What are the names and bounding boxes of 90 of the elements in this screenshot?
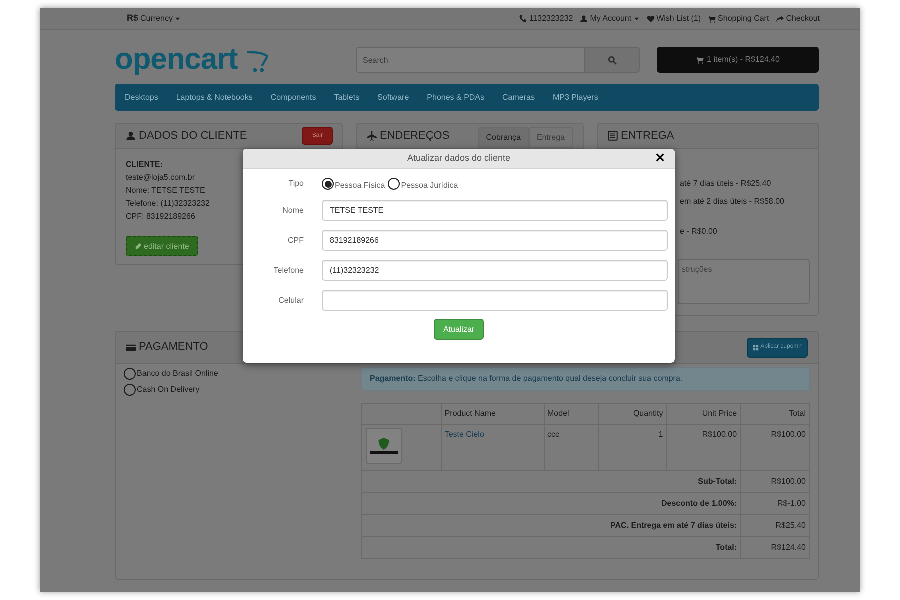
heart-icon bbox=[646, 14, 655, 22]
total-value: R$100.00 bbox=[740, 470, 810, 492]
top-link[interactable]: 1132323232 bbox=[519, 12, 574, 24]
credit-card-icon bbox=[126, 342, 136, 352]
nav-link[interactable]: Components bbox=[270, 92, 316, 104]
input-field[interactable]: (11)32323232 bbox=[322, 260, 668, 281]
field-label: Celular bbox=[278, 294, 304, 306]
total-label: Desconto de 1.00%: bbox=[362, 492, 741, 514]
caret-icon bbox=[634, 16, 640, 22]
panel-title: ENTREGA bbox=[621, 130, 674, 142]
column-header: Quantity bbox=[598, 404, 667, 424]
total-value: R$-1.00 bbox=[740, 492, 810, 514]
table-cell: ccc bbox=[544, 424, 599, 470]
customer-detail: Telefone: (11)32323232 bbox=[126, 198, 210, 210]
radio-button[interactable] bbox=[124, 368, 136, 380]
input-field[interactable]: TETSE TESTE bbox=[322, 200, 668, 221]
nav-link[interactable]: Desktops bbox=[125, 92, 158, 104]
table-cell: R$100.00 bbox=[740, 424, 810, 470]
field-label: Tipo bbox=[288, 178, 304, 190]
shield-icon bbox=[378, 438, 390, 450]
top-link[interactable]: Shopping Cart bbox=[708, 12, 770, 24]
currency-label: Currency bbox=[140, 12, 173, 24]
caret-icon bbox=[174, 16, 181, 22]
column-header: Total bbox=[740, 404, 810, 424]
payment-option[interactable]: Banco do Brasil Online bbox=[124, 368, 361, 380]
nav-link[interactable]: Tablets bbox=[334, 92, 360, 104]
nav-link[interactable]: Software bbox=[378, 92, 410, 104]
user-icon bbox=[580, 14, 588, 22]
info-alert: Pagamento: Escolha e clique na forma de pagamento qual deseja concluir sua compra. bbox=[361, 367, 810, 391]
nav-link[interactable]: Cameras bbox=[502, 92, 535, 104]
logo-text: opencart bbox=[115, 45, 238, 75]
product-link[interactable]: Teste Cielo bbox=[444, 430, 484, 439]
pencil-icon bbox=[135, 242, 142, 250]
table-cell: R$100.00 bbox=[666, 424, 741, 470]
table-cell: 1 bbox=[598, 424, 667, 470]
radio-button[interactable] bbox=[388, 178, 400, 190]
top-link[interactable]: Checkout bbox=[776, 12, 820, 24]
column-header: Product Name bbox=[441, 404, 544, 424]
submit-button[interactable]: Atualizar bbox=[434, 319, 484, 340]
total-value: R$25.40 bbox=[740, 514, 810, 536]
cart-icon bbox=[708, 14, 716, 22]
shipping-option: em até 2 dias úteis - R$58.00 bbox=[680, 197, 785, 207]
address-tab[interactable]: Entrega bbox=[528, 127, 573, 148]
panel-title: DADOS DO CLIENTE bbox=[139, 130, 248, 142]
type-option[interactable]: Pessoa Jurídica bbox=[388, 178, 458, 190]
top-link[interactable]: Wish List (1) bbox=[646, 12, 702, 24]
edit-button[interactable]: editar cliente bbox=[126, 236, 198, 256]
radio-button[interactable] bbox=[322, 178, 334, 190]
phone-icon bbox=[519, 14, 528, 22]
column-header: Unit Price bbox=[666, 404, 741, 424]
field-label: Nome bbox=[282, 204, 304, 216]
search-field[interactable]: Search bbox=[356, 47, 585, 73]
comment-field[interactable]: struções bbox=[678, 259, 810, 304]
search-icon bbox=[608, 56, 616, 64]
customer-detail: Nome: TETSE TESTE bbox=[126, 185, 206, 197]
currency-symbol: R$ bbox=[127, 12, 139, 25]
customer-detail: CPF: 83192189266 bbox=[126, 211, 196, 223]
input-field[interactable] bbox=[322, 290, 668, 311]
total-value: R$124.40 bbox=[740, 536, 810, 558]
field-label: CPF bbox=[287, 234, 304, 246]
user-icon bbox=[126, 131, 136, 141]
input-field[interactable]: 83192189266 bbox=[322, 230, 668, 251]
column-header: Model bbox=[544, 404, 599, 424]
cart-icon bbox=[696, 56, 704, 64]
payment-option[interactable]: Cash On Delivery bbox=[124, 384, 361, 396]
list-icon bbox=[608, 131, 618, 141]
address-tab[interactable]: Cobrança bbox=[478, 127, 529, 148]
dialog-title: Atualizar dados do cliente bbox=[407, 152, 511, 165]
shipping-option: e - R$0.00 bbox=[680, 227, 718, 237]
grid-icon bbox=[752, 344, 759, 350]
total-label: Total: bbox=[362, 536, 741, 558]
field-label: Telefone bbox=[272, 264, 304, 276]
airplane-icon bbox=[367, 131, 377, 141]
radio-button[interactable] bbox=[124, 384, 136, 396]
close-button[interactable]: × bbox=[656, 149, 665, 169]
type-option[interactable]: Pessoa Física bbox=[322, 178, 386, 190]
nav-link[interactable]: Laptops & Notebooks bbox=[176, 92, 253, 104]
customer-label: CLIENTE: bbox=[126, 159, 163, 171]
shipping-option: até 7 dias úteis - R$25.40 bbox=[680, 179, 772, 189]
total-label: Sub-Total: bbox=[362, 470, 741, 492]
share-arrow-icon bbox=[776, 14, 784, 22]
cart-button[interactable]: 1 item(s) - R$124.40 bbox=[657, 47, 819, 73]
top-link[interactable]: My Account bbox=[580, 12, 640, 24]
currency-menu[interactable]: R$ Currency bbox=[127, 12, 181, 26]
nav-link[interactable]: MP3 Players bbox=[552, 92, 598, 104]
total-label: PAC. Entrega em até 7 dias úteis: bbox=[362, 514, 741, 536]
customer-detail: teste@loja5.com.br bbox=[126, 172, 196, 184]
panel-title: PAGAMENTO bbox=[139, 342, 208, 353]
panel-title: ENDEREÇOS bbox=[380, 130, 450, 142]
nav-link[interactable]: Phones & PDAs bbox=[427, 92, 485, 104]
